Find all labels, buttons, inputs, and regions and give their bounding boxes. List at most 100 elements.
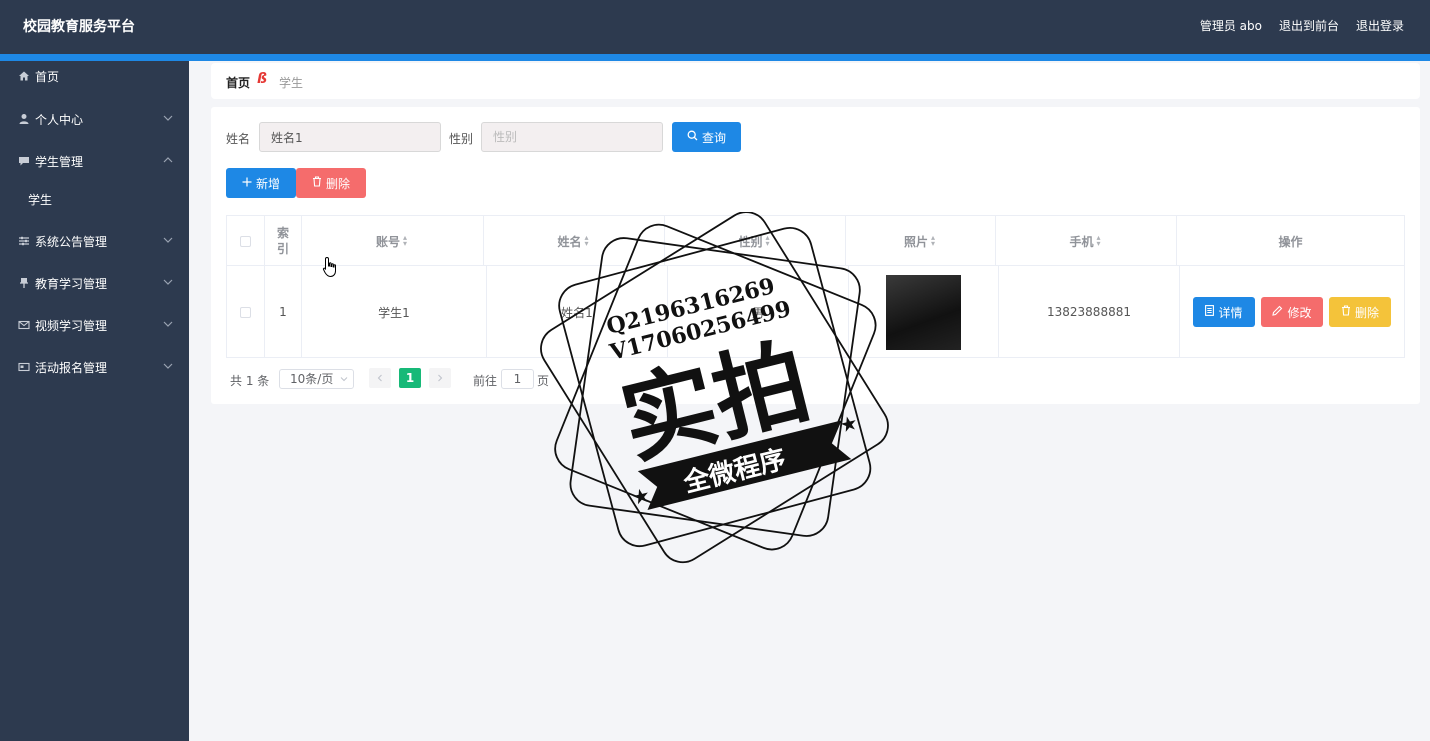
top-user-menu: 管理员 abo 退出到前台 退出登录 bbox=[1200, 17, 1404, 34]
column-header-name[interactable]: 姓名 ▴ ▾ bbox=[484, 216, 665, 266]
goto-label: 前往 bbox=[473, 374, 498, 388]
column-header-label: 照片 bbox=[903, 234, 928, 249]
detail-button[interactable]: 详情 bbox=[1193, 297, 1255, 327]
sidebar-item-student-mgmt[interactable]: 学生管理 bbox=[0, 146, 189, 176]
cell-index: 1 bbox=[265, 266, 302, 358]
cell-name: 姓名1 bbox=[487, 266, 668, 358]
goto-page-input[interactable]: 1 bbox=[501, 369, 534, 389]
chevron-down-icon bbox=[340, 370, 348, 388]
goto-suffix: 页 bbox=[537, 374, 550, 388]
card-icon bbox=[17, 360, 31, 374]
student-photo[interactable] bbox=[886, 274, 961, 350]
breadcrumb-home[interactable]: 首页 bbox=[226, 74, 250, 91]
hand-cursor-icon bbox=[322, 256, 340, 281]
plus-icon bbox=[242, 176, 252, 190]
breadcrumb-separator: ß bbox=[257, 71, 268, 87]
add-button[interactable]: 新增 bbox=[226, 168, 296, 198]
sort-icon: ▴ ▾ bbox=[931, 233, 936, 248]
column-header-gender[interactable]: 性别 ▴ ▾ bbox=[665, 216, 846, 266]
cell-photo bbox=[849, 266, 999, 358]
chat-icon bbox=[17, 154, 31, 168]
column-header-label: 姓名 bbox=[557, 234, 582, 249]
chevron-right-icon bbox=[436, 371, 444, 385]
sidebar-item-label: 个人中心 bbox=[35, 112, 84, 127]
chevron-down-icon bbox=[163, 112, 173, 126]
page-size-value: 10条/页 bbox=[290, 372, 334, 386]
column-header-photo[interactable]: 照片 ▴ ▾ bbox=[846, 216, 996, 266]
home-icon bbox=[17, 69, 31, 83]
name-filter-input[interactable] bbox=[259, 122, 441, 152]
sidebar-item-label: 教育学习管理 bbox=[35, 276, 108, 291]
sort-icon: ▴ ▾ bbox=[403, 233, 408, 248]
prev-page-button[interactable] bbox=[369, 368, 391, 388]
column-header-phone[interactable]: 手机 ▴ ▾ bbox=[996, 216, 1177, 266]
sliders-icon bbox=[17, 234, 31, 248]
edit-icon bbox=[1272, 305, 1283, 319]
sidebar-item-label: 首页 bbox=[35, 69, 60, 84]
column-header-label: 手机 bbox=[1069, 234, 1094, 249]
cell-phone: 13823888881 bbox=[999, 266, 1180, 358]
star-icon: ★ bbox=[837, 410, 860, 438]
gender-filter-input[interactable] bbox=[481, 122, 663, 152]
header-accent-bar bbox=[0, 54, 1430, 61]
star-icon: ★ bbox=[629, 482, 652, 510]
cell-actions: 详情 修改 删除 bbox=[1180, 266, 1404, 358]
sidebar-item-label: 视频学习管理 bbox=[35, 318, 108, 333]
sidebar-item-label: 学生管理 bbox=[35, 154, 84, 169]
select-all-checkbox[interactable] bbox=[240, 235, 251, 247]
column-header-label: 账号 bbox=[375, 234, 400, 249]
chevron-down-icon bbox=[163, 360, 173, 374]
student-table: 索引 账号 ▴ ▾ 姓名 ▴ ▾ 性别 ▴ ▾ 照片 ▴ ▾ 手机 ▴ ▾ 操作 1 学生1 姓名1… bbox=[226, 215, 1405, 358]
chevron-down-icon bbox=[163, 318, 173, 332]
chevron-left-icon bbox=[376, 371, 384, 385]
logout-link[interactable]: 退出登录 bbox=[1356, 17, 1404, 34]
next-page-button[interactable] bbox=[429, 368, 451, 388]
sidebar-item-activity-mgmt[interactable]: 活动报名管理 bbox=[0, 352, 189, 382]
edit-button[interactable]: 修改 bbox=[1261, 297, 1323, 327]
row-delete-button[interactable]: 删除 bbox=[1329, 297, 1391, 327]
document-icon bbox=[1205, 305, 1215, 319]
sort-icon: ▴ ▾ bbox=[765, 233, 770, 248]
sidebar-subitem-student[interactable]: 学生 bbox=[28, 191, 52, 208]
chevron-up-icon bbox=[163, 154, 173, 168]
sidebar-item-announcement-mgmt[interactable]: 系统公告管理 bbox=[0, 226, 189, 256]
search-icon bbox=[687, 130, 698, 144]
trash-icon bbox=[1341, 305, 1351, 319]
main-panel: 姓名 性别 查询 新增 删除 索引 账号▴▾ 姓名▴▾ 性别▴▾ 照片▴▾ 手机… bbox=[211, 107, 1420, 404]
query-button[interactable]: 查询 bbox=[672, 122, 741, 152]
chevron-down-icon bbox=[163, 276, 173, 290]
cell-gender: 男 bbox=[668, 266, 849, 358]
chevron-down-icon bbox=[163, 234, 173, 248]
batch-delete-button[interactable]: 删除 bbox=[296, 168, 366, 198]
app-title: 校园教育服务平台 bbox=[23, 19, 135, 35]
top-bar: 校园教育服务平台 管理员 abo 退出到前台 退出登录 bbox=[0, 0, 1430, 61]
name-filter-label: 姓名 bbox=[226, 132, 251, 146]
breadcrumb-current: 学生 bbox=[279, 76, 304, 90]
sidebar-item-video-mgmt[interactable]: 视频学习管理 bbox=[0, 310, 189, 340]
sidebar-item-profile[interactable]: 个人中心 bbox=[0, 104, 189, 134]
mail-icon bbox=[17, 318, 31, 332]
column-header-index: 索引 bbox=[265, 216, 302, 266]
breadcrumb: 首页 ß 学生 bbox=[211, 63, 1420, 99]
row-delete-button-label: 删除 bbox=[1354, 305, 1379, 320]
column-header-actions: 操作 bbox=[1278, 234, 1303, 249]
row-checkbox[interactable] bbox=[240, 306, 251, 318]
row-select-cell bbox=[227, 266, 265, 358]
gender-filter-label: 性别 bbox=[449, 132, 474, 146]
detail-button-label: 详情 bbox=[1218, 305, 1243, 320]
select-all-header bbox=[227, 216, 265, 266]
sort-icon: ▴ ▾ bbox=[1096, 233, 1101, 248]
user-icon bbox=[17, 112, 31, 126]
sidebar: 首页 个人中心 学生管理 学生 系统公告管理 教育学习管理 视频学习管理 活动报… bbox=[0, 61, 189, 741]
page-number-current[interactable]: 1 bbox=[399, 368, 421, 388]
pin-icon bbox=[17, 276, 31, 290]
back-to-front-link[interactable]: 退出到前台 bbox=[1279, 17, 1339, 34]
delete-button-label: 删除 bbox=[325, 176, 350, 191]
sidebar-item-education-mgmt[interactable]: 教育学习管理 bbox=[0, 268, 189, 298]
page-size-select[interactable]: 10条/页 bbox=[279, 369, 354, 389]
query-button-label: 查询 bbox=[701, 130, 726, 145]
admin-user-label[interactable]: 管理员 abo bbox=[1200, 17, 1262, 34]
sidebar-item-home[interactable]: 首页 bbox=[0, 61, 189, 91]
sidebar-item-label: 系统公告管理 bbox=[35, 234, 108, 249]
add-button-label: 新增 bbox=[255, 176, 280, 191]
